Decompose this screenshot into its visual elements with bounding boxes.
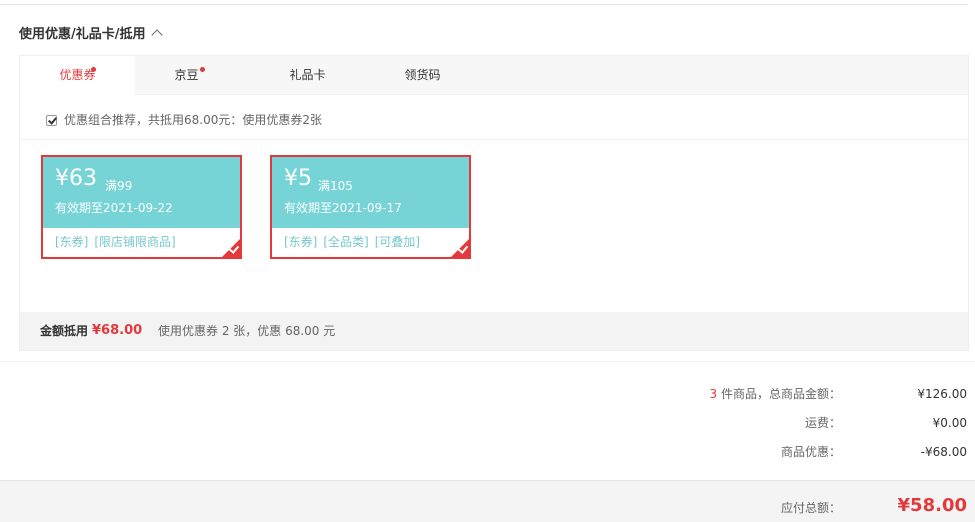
shipping-value: ¥0.00	[932, 416, 967, 430]
coupon-header: ¥5 满105 有效期至2021-09-17	[272, 157, 469, 228]
payable-label: 应付总额：	[780, 501, 841, 515]
discount-summary-text: 使用优惠券 2 张，优惠 68.00 元	[158, 324, 336, 338]
payable-value: ¥58.00	[897, 495, 967, 516]
coupon-validity: 有效期至2021-09-22	[55, 201, 173, 215]
tab-pickup-code-label: 领货码	[404, 68, 441, 82]
coupon-tag: [东券]	[55, 235, 89, 249]
tab-pickup-code[interactable]: 领货码	[365, 56, 480, 94]
discount-summary-label: 金额抵用	[40, 324, 89, 338]
top-divider	[0, 4, 968, 5]
divider	[20, 139, 968, 140]
coupon-validity: 有效期至2021-09-17	[284, 201, 402, 215]
tab-gift-card-label: 礼品卡	[289, 68, 326, 82]
section-header[interactable]: 使用优惠/礼品卡/抵用	[19, 26, 163, 44]
coupon-tags: [东券] [限店铺限商品]	[55, 235, 182, 249]
combo-recommend: 优惠组合推荐，共抵用68.00元：使用优惠券2张	[46, 112, 322, 128]
payable-bar: 应付总额： ¥58.00	[0, 480, 975, 522]
chevron-up-icon[interactable]	[150, 29, 163, 41]
tab-jingdou-label: 京豆	[174, 68, 199, 82]
goods-total-label: 3 件商品，总商品金额：	[710, 387, 841, 401]
coupon-tag: [全品类]	[323, 235, 369, 249]
tab-coupons[interactable]: 优惠券	[20, 56, 135, 95]
coupon-tag: [东券]	[284, 235, 318, 249]
tab-gift-card[interactable]: 礼品卡	[250, 56, 365, 94]
discount-summary: 金额抵用 ¥68.00 使用优惠券 2 张，优惠 68.00 元	[20, 312, 968, 350]
new-dot-icon	[200, 67, 205, 72]
shipping-label: 运费：	[804, 416, 841, 430]
divider	[0, 361, 975, 362]
coupon-tag: [限店铺限商品]	[94, 235, 176, 249]
coupon-condition: 满105	[318, 179, 353, 193]
coupon-card[interactable]: ¥63 满99 有效期至2021-09-22 [东券] [限店铺限商品]	[41, 155, 242, 259]
coupon-tag: [可叠加]	[374, 235, 421, 249]
tab-jingdou[interactable]: 京豆	[129, 56, 244, 94]
coupon-header: ¥63 满99 有效期至2021-09-22	[43, 157, 240, 228]
discount-value: -¥68.00	[920, 445, 967, 459]
coupon-amount: ¥63	[55, 166, 97, 191]
coupon-amount: ¥5	[284, 166, 312, 191]
item-count-suffix: 件商品，总商品金额：	[717, 387, 841, 401]
section-title: 使用优惠/礼品卡/抵用	[19, 27, 146, 42]
coupon-condition: 满99	[105, 179, 133, 193]
discount-panel: 优惠券 京豆 礼品卡 领货码 优惠组合推荐，共抵用68.00元：使用优惠券2张 …	[19, 55, 969, 351]
coupon-tags: [东券] [全品类] [可叠加]	[284, 235, 426, 249]
discount-summary-amount: ¥68.00	[92, 323, 143, 338]
coupon-card[interactable]: ¥5 满105 有效期至2021-09-17 [东券] [全品类] [可叠加]	[270, 155, 471, 259]
combo-recommend-text: 优惠组合推荐，共抵用68.00元：使用优惠券2张	[64, 113, 322, 127]
new-dot-icon	[91, 67, 96, 72]
discount-tabs: 优惠券 京豆 礼品卡 领货码	[20, 56, 968, 95]
goods-total-value: ¥126.00	[917, 387, 967, 401]
combo-checkbox[interactable]	[46, 114, 57, 126]
discount-label: 商品优惠：	[780, 445, 841, 459]
